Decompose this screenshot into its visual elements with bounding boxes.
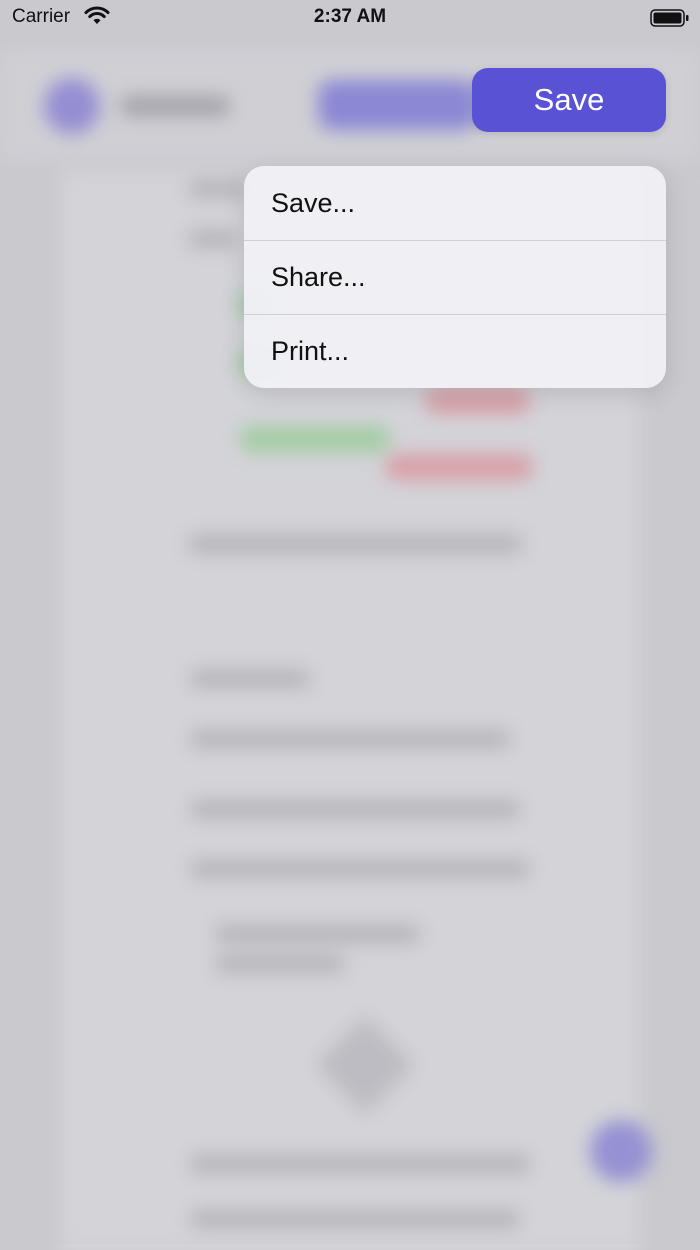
- save-options-menu: Save... Share... Print...: [244, 166, 666, 388]
- menu-item-print[interactable]: Print...: [244, 314, 666, 388]
- menu-item-save[interactable]: Save...: [244, 166, 666, 240]
- save-button[interactable]: Save: [472, 68, 666, 132]
- status-bar: Carrier 2:37 AM: [0, 0, 700, 36]
- menu-item-share[interactable]: Share...: [244, 240, 666, 314]
- status-time: 2:37 AM: [313, 6, 387, 27]
- battery-icon: [650, 9, 690, 32]
